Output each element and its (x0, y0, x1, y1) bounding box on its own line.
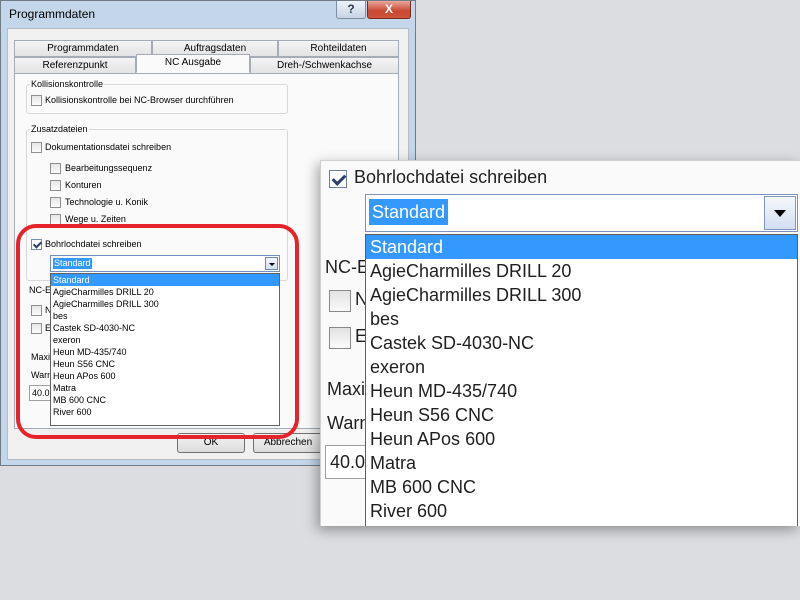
close-button[interactable]: X (367, 1, 411, 19)
list-item[interactable]: MB 600 CNC (366, 475, 797, 499)
list-item[interactable]: bes (366, 307, 797, 331)
dialog-title: Programmdaten (9, 7, 96, 21)
tab-dreh-schwenkachse[interactable]: Dreh-/Schwenkachse (250, 57, 399, 74)
extra-files-group-label: Zusatzdateien (30, 124, 89, 134)
list-item[interactable]: Heun S56 CNC (366, 403, 797, 427)
highlight-ring (16, 224, 299, 439)
documentation-checkbox[interactable] (31, 142, 42, 153)
collision-checkbox-label: Kollisionskontrolle bei NC-Browser durch… (45, 95, 234, 105)
zoom-nc-label-fragment: NC-E (325, 257, 369, 277)
contours-checkbox-label: Konturen (65, 180, 102, 190)
zoom-n-checkbox[interactable] (329, 290, 351, 312)
tab-nc-ausgabe[interactable]: NC Ausgabe (136, 54, 250, 73)
sequence-checkbox-label: Bearbeitungssequenz (65, 163, 153, 173)
zoom-inset: Bohrlochdatei schreiben Standard NC-E N … (320, 160, 800, 526)
list-item[interactable]: Standard (366, 235, 797, 259)
list-item[interactable]: Matra (366, 451, 797, 475)
zoom-combo-selected-value: Standard (369, 199, 449, 225)
zoom-numeric-field[interactable]: 40.0 (325, 445, 369, 479)
list-item[interactable]: Heun APos 600 (366, 427, 797, 451)
list-item[interactable]: AgieCharmilles DRILL 300 (366, 283, 797, 307)
tab-programmdaten[interactable]: Programmdaten (14, 40, 152, 57)
list-item[interactable]: exeron (366, 355, 797, 379)
zoom-drill-file-checkbox[interactable] (329, 170, 347, 188)
list-item[interactable]: River 600 (366, 499, 797, 523)
contours-checkbox[interactable] (50, 180, 61, 191)
zoom-drill-file-label: Bohrlochdatei schreiben (354, 167, 548, 187)
list-item[interactable]: Castek SD-4030-NC (366, 331, 797, 355)
zoom-maxi-label-fragment: Maxi (327, 379, 366, 399)
technology-checkbox-label: Technologie u. Konik (65, 197, 149, 207)
title-bar[interactable]: Programmdaten ? X (1, 1, 415, 27)
list-item[interactable]: Heun MD-435/740 (366, 379, 797, 403)
zoom-e-checkbox[interactable] (329, 327, 351, 349)
tab-referenzpunkt[interactable]: Referenzpunkt (14, 57, 136, 74)
collision-checkbox[interactable] (31, 95, 42, 106)
paths-times-checkbox-label: Wege u. Zeiten (65, 214, 126, 224)
zoom-postprocessor-list[interactable]: Standard AgieCharmilles DRILL 20 AgieCha… (365, 234, 798, 526)
zoom-warn-label-fragment: Warn (327, 413, 370, 433)
technology-checkbox[interactable] (50, 197, 61, 208)
zoom-numeric-field-value: 40.0 (330, 452, 366, 472)
zoom-postprocessor-combo[interactable]: Standard (365, 194, 798, 232)
documentation-checkbox-label: Dokumentationsdatei schreiben (45, 142, 172, 152)
zoom-combo-dropdown-arrow-icon[interactable] (764, 196, 796, 230)
help-button[interactable]: ? (336, 1, 366, 19)
list-item[interactable]: AgieCharmilles DRILL 20 (366, 259, 797, 283)
collision-group-label: Kollisionskontrolle (30, 79, 105, 89)
sequence-checkbox[interactable] (50, 163, 61, 174)
tab-rohteildaten[interactable]: Rohteildaten (278, 40, 399, 57)
